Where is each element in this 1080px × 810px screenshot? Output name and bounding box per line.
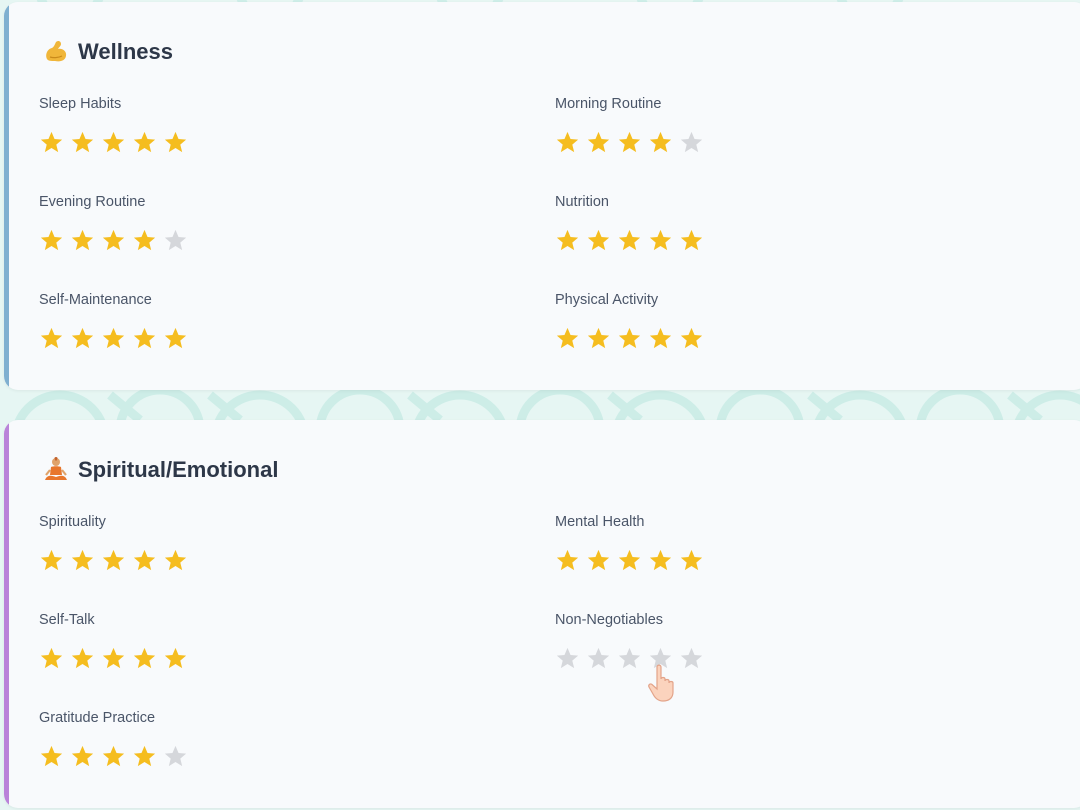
wellness-card: Wellness Sleep Habits Morning Routine Even… (4, 2, 1080, 390)
star-icon[interactable] (101, 646, 126, 671)
star-icon[interactable] (132, 548, 157, 573)
star-icon[interactable] (70, 130, 95, 155)
star-icon[interactable] (132, 228, 157, 253)
rating-grid: Spirituality Mental Health Self-Talk Non-Ne… (39, 510, 1079, 804)
star-icon[interactable] (70, 228, 95, 253)
star-icon[interactable] (679, 326, 704, 351)
flexed-biceps-icon (41, 37, 71, 67)
star-rating (39, 744, 188, 769)
star-rating (39, 548, 188, 573)
rating-label: Physical Activity (555, 292, 659, 308)
rating-item-physical-activity: Physical Activity (555, 288, 1071, 386)
rating-item-evening-routine: Evening Routine (39, 190, 555, 288)
star-icon[interactable] (617, 130, 642, 155)
rating-label: Non-Negotiables (555, 612, 664, 628)
star-rating (39, 646, 188, 671)
star-icon[interactable] (555, 646, 580, 671)
star-icon[interactable] (586, 228, 611, 253)
star-rating (555, 548, 704, 573)
star-icon[interactable] (70, 744, 95, 769)
star-icon[interactable] (648, 646, 673, 671)
star-rating (555, 326, 704, 351)
star-icon[interactable] (163, 130, 188, 155)
card-title-text: Wellness (78, 39, 173, 64)
star-icon[interactable] (679, 646, 704, 671)
star-icon[interactable] (132, 744, 157, 769)
star-rating (555, 646, 704, 671)
star-rating (555, 130, 704, 155)
star-icon[interactable] (39, 228, 64, 253)
star-icon[interactable] (39, 646, 64, 671)
card-title: Wellness (41, 36, 173, 68)
star-icon[interactable] (101, 228, 126, 253)
rating-item-gratitude-practice: Gratitude Practice (39, 706, 555, 804)
meditation-icon (41, 455, 71, 485)
star-icon[interactable] (70, 326, 95, 351)
star-icon[interactable] (163, 744, 188, 769)
star-rating (39, 130, 188, 155)
star-icon[interactable] (70, 548, 95, 573)
rating-item-morning-routine: Morning Routine (555, 92, 1071, 190)
rating-label: Sleep Habits (39, 96, 122, 112)
rating-label: Gratitude Practice (39, 710, 156, 726)
star-icon[interactable] (101, 548, 126, 573)
rating-label: Nutrition (555, 194, 609, 210)
rating-item-spirituality: Spirituality (39, 510, 555, 608)
star-rating (39, 228, 188, 253)
star-icon[interactable] (555, 130, 580, 155)
star-rating (39, 326, 188, 351)
star-icon[interactable] (39, 130, 64, 155)
star-icon[interactable] (39, 744, 64, 769)
rating-label: Mental Health (555, 514, 645, 530)
star-icon[interactable] (39, 548, 64, 573)
star-icon[interactable] (132, 326, 157, 351)
star-icon[interactable] (679, 228, 704, 253)
star-icon[interactable] (163, 228, 188, 253)
star-icon[interactable] (617, 228, 642, 253)
rating-item-self-maintenance: Self-Maintenance (39, 288, 555, 386)
rating-label: Spirituality (39, 514, 106, 530)
star-icon[interactable] (555, 326, 580, 351)
star-icon[interactable] (586, 646, 611, 671)
star-icon[interactable] (617, 548, 642, 573)
star-icon[interactable] (648, 130, 673, 155)
rating-item-nutrition: Nutrition (555, 190, 1071, 288)
rating-item-sleep-habits: Sleep Habits (39, 92, 555, 190)
star-icon[interactable] (163, 646, 188, 671)
star-icon[interactable] (163, 326, 188, 351)
star-icon[interactable] (555, 228, 580, 253)
card-title: Spiritual/Emotional (41, 454, 278, 486)
rating-item-mental-health: Mental Health (555, 510, 1071, 608)
card-title-text: Spiritual/Emotional (78, 457, 279, 482)
rating-label: Self-Maintenance (39, 292, 152, 308)
star-icon[interactable] (39, 326, 64, 351)
rating-label: Evening Routine (39, 194, 146, 210)
rating-label: Self-Talk (39, 612, 95, 628)
star-icon[interactable] (648, 228, 673, 253)
star-icon[interactable] (132, 646, 157, 671)
star-icon[interactable] (70, 646, 95, 671)
star-icon[interactable] (586, 326, 611, 351)
star-icon[interactable] (617, 646, 642, 671)
spiritual-emotional-card: Spiritual/Emotional Spirituality Mental H… (4, 420, 1080, 808)
star-rating (555, 228, 704, 253)
rating-label: Morning Routine (555, 96, 662, 112)
star-icon[interactable] (163, 548, 188, 573)
rating-item-self-talk: Self-Talk (39, 608, 555, 706)
star-icon[interactable] (586, 130, 611, 155)
star-icon[interactable] (586, 548, 611, 573)
rating-item-non-negotiables: Non-Negotiables (555, 608, 1071, 706)
star-icon[interactable] (101, 130, 126, 155)
star-icon[interactable] (648, 548, 673, 573)
star-icon[interactable] (679, 548, 704, 573)
star-icon[interactable] (679, 130, 704, 155)
star-icon[interactable] (101, 744, 126, 769)
star-icon[interactable] (617, 326, 642, 351)
star-icon[interactable] (101, 326, 126, 351)
star-icon[interactable] (555, 548, 580, 573)
rating-grid: Sleep Habits Morning Routine Evening Routi… (39, 92, 1079, 386)
star-icon[interactable] (648, 326, 673, 351)
star-icon[interactable] (132, 130, 157, 155)
